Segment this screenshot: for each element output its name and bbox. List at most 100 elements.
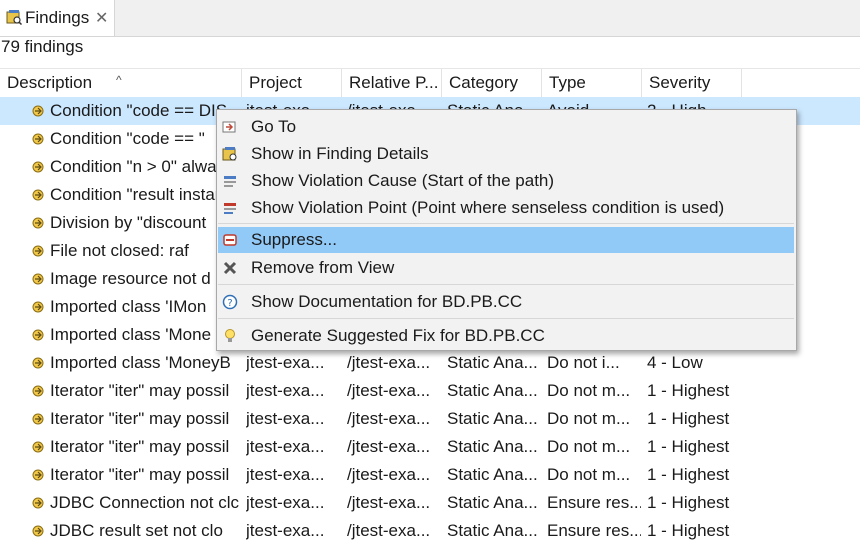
cell-description: Division by "discount (50, 213, 207, 232)
cell-relative-path: /jtest-exa... (347, 493, 431, 512)
menu-separator (218, 223, 794, 224)
cell-description: Iterator "iter" may possil (50, 381, 230, 400)
tab-findings[interactable]: Findings ✕ (0, 0, 115, 36)
cell-relative-path: /jtest-exa... (347, 521, 431, 540)
cell-category: Static Ana... (447, 493, 538, 512)
cell-type: Do not m... (547, 409, 631, 428)
table-row[interactable]: Iterator "iter" may possil jtest-exa... /j… (0, 461, 860, 489)
violation-cause-icon (224, 176, 236, 187)
goto-icon (222, 121, 236, 133)
cell-description: Imported class 'Mone (50, 325, 212, 344)
table-row[interactable]: Imported class 'MoneyB jtest-exa... /jtest… (0, 349, 860, 377)
column-header-severity[interactable]: Severity (642, 69, 742, 97)
column-header-type[interactable]: Type (542, 69, 642, 97)
menu-item-show-in-finding-details[interactable]: Show in Finding Details (218, 141, 794, 167)
menu-item-remove-from-view[interactable]: Remove from View (218, 255, 794, 281)
findings-count: 79 findings (1, 37, 84, 56)
menu-separator (218, 284, 794, 285)
cell-severity: 1 - Highest (647, 493, 730, 512)
cell-type: Do not i... (547, 353, 620, 372)
cell-relative-path: /jtest-exa... (347, 353, 431, 372)
cell-severity: 1 - Highest (647, 409, 730, 428)
menu-item-label: Generate Suggested Fix for BD.PB.CC (251, 326, 545, 345)
cell-type: Do not m... (547, 437, 631, 456)
cell-description: Imported class 'IMon (50, 297, 207, 316)
cell-category: Static Ana... (447, 381, 538, 400)
cell-type: Do not m... (547, 381, 631, 400)
cell-project: jtest-exa... (246, 353, 325, 372)
table-row[interactable]: JDBC Connection not clc jtest-exa... /jtes… (0, 489, 860, 517)
lightbulb-icon (225, 329, 235, 342)
cell-description: Condition "code == " (50, 129, 205, 148)
menu-item-label: Show Documentation for BD.PB.CC (251, 292, 523, 311)
column-header-project[interactable]: Project (242, 69, 342, 97)
cell-severity: 1 - Highest (647, 465, 730, 484)
menu-item-label: Show Violation Point (Point where sensel… (251, 198, 725, 217)
cell-category: Static Ana... (447, 465, 538, 484)
menu-item-suppress[interactable]: Suppress... (218, 227, 794, 253)
cell-type: Do not m... (547, 465, 631, 484)
cell-relative-path: /jtest-exa... (347, 465, 431, 484)
column-header-description[interactable]: Description ^ (0, 69, 242, 97)
documentation-icon: ? (222, 294, 238, 310)
sort-ascending-icon: ^ (116, 73, 122, 87)
cell-relative-path: /jtest-exa... (347, 381, 431, 400)
column-header-relative-path[interactable]: Relative P... (342, 69, 442, 97)
table-row[interactable]: Iterator "iter" may possil jtest-exa... /j… (0, 405, 860, 433)
menu-item-go-to[interactable]: Go To (218, 114, 794, 140)
svg-text:?: ? (227, 298, 232, 309)
suppress-icon (223, 234, 237, 246)
cell-description: Iterator "iter" may possil (50, 437, 230, 456)
table-row[interactable]: Iterator "iter" may possil jtest-exa... /j… (0, 377, 860, 405)
cell-description: Condition "result instanceof (50, 185, 242, 204)
menu-item-show-documentation-for-bd-pb-cc[interactable]: ? Show Documentation for BD.PB.CC (218, 289, 794, 315)
column-description-label: Description (7, 73, 93, 92)
menu-separator (218, 318, 794, 319)
menu-item-label: Suppress... (251, 230, 337, 249)
cell-category: Static Ana... (447, 353, 538, 372)
menu-item-label: Show in Finding Details (251, 144, 429, 163)
violation-point-icon (224, 203, 236, 214)
cell-description: JDBC result set not clo (50, 521, 223, 540)
column-header-category[interactable]: Category (442, 69, 542, 97)
table-row[interactable]: JDBC result set not clo jtest-exa... /jtes… (0, 517, 860, 545)
cell-type: Ensure res... (547, 493, 641, 512)
close-icon[interactable]: ✕ (95, 8, 108, 28)
column-category-label: Category (449, 73, 518, 92)
cell-project: jtest-exa... (246, 409, 325, 428)
cell-project: jtest-exa... (246, 493, 325, 512)
cell-description: Condition "code == DIS (50, 101, 228, 120)
column-severity-label: Severity (649, 73, 711, 92)
finding-details-icon (222, 147, 237, 161)
findings-icon (6, 10, 22, 25)
cell-project: jtest-exa... (246, 381, 325, 400)
cell-project: jtest-exa... (246, 437, 325, 456)
cell-description: Imported class 'MoneyB (50, 353, 231, 372)
cell-project: jtest-exa... (246, 465, 325, 484)
table-row[interactable]: Iterator "iter" may possil jtest-exa... /j… (0, 433, 860, 461)
remove-icon (223, 261, 237, 275)
cell-severity: 1 - Highest (647, 437, 730, 456)
cell-description: Image resource not d (50, 269, 211, 288)
cell-severity: 4 - Low (647, 353, 703, 372)
menu-item-show-violation-cause-start-of-the-path[interactable]: Show Violation Cause (Start of the path) (218, 168, 794, 194)
cell-description: Iterator "iter" may possil (50, 409, 230, 428)
menu-item-show-violation-point-point-where-senseless-condition-is-used[interactable]: Show Violation Point (Point where sensel… (218, 195, 794, 221)
column-relative-path-label: Relative P... (349, 73, 439, 92)
cell-description: Condition "n > 0" always (50, 157, 234, 176)
cell-category: Static Ana... (447, 521, 538, 540)
view-tab-bar: Findings ✕ (0, 0, 860, 37)
cell-description: JDBC Connection not clc (50, 493, 239, 512)
cell-type: Ensure res... (547, 521, 641, 540)
menu-item-label: Remove from View (251, 258, 395, 277)
cell-description: File not closed: raf (50, 241, 189, 260)
cell-relative-path: /jtest-exa... (347, 437, 431, 456)
cell-project: jtest-exa... (246, 521, 325, 540)
column-type-label: Type (549, 73, 586, 92)
menu-item-label: Go To (251, 117, 297, 136)
cell-category: Static Ana... (447, 409, 538, 428)
cell-category: Static Ana... (447, 437, 538, 456)
context-menu: Go To Show in Finding Details Show Violati… (216, 109, 797, 351)
cell-severity: 1 - Highest (647, 521, 730, 540)
menu-item-generate-suggested-fix-for-bd-pb-cc[interactable]: Generate Suggested Fix for BD.PB.CC (218, 323, 794, 349)
